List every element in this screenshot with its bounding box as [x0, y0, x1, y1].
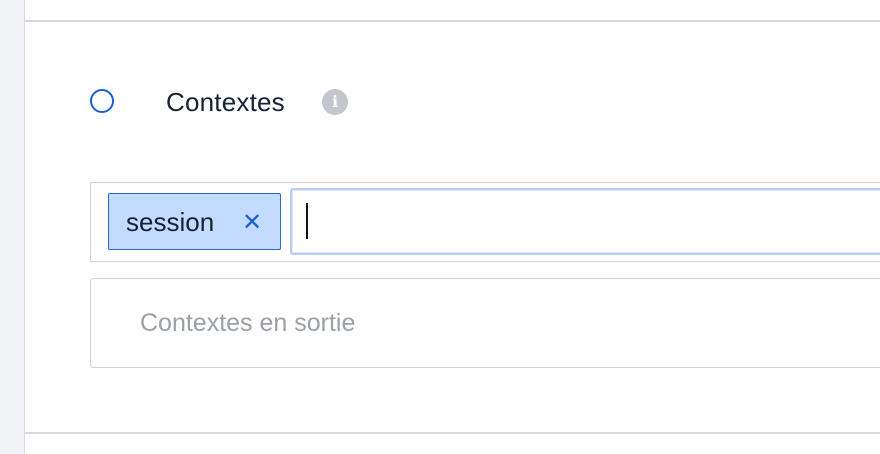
text-caret: [306, 203, 308, 239]
info-icon[interactable]: i: [322, 89, 348, 115]
section-divider-top: [24, 20, 880, 22]
context-tag: session ✕: [108, 193, 281, 250]
output-contexts-input[interactable]: [90, 278, 880, 368]
section-title: Contextes: [166, 87, 285, 117]
close-icon[interactable]: ✕: [242, 207, 262, 237]
section-divider-bottom: [24, 432, 880, 434]
context-tag-label: session: [126, 207, 215, 237]
context-tag-input[interactable]: [290, 188, 880, 255]
left-rail: [0, 0, 25, 454]
section-radio-button[interactable]: [90, 89, 114, 113]
